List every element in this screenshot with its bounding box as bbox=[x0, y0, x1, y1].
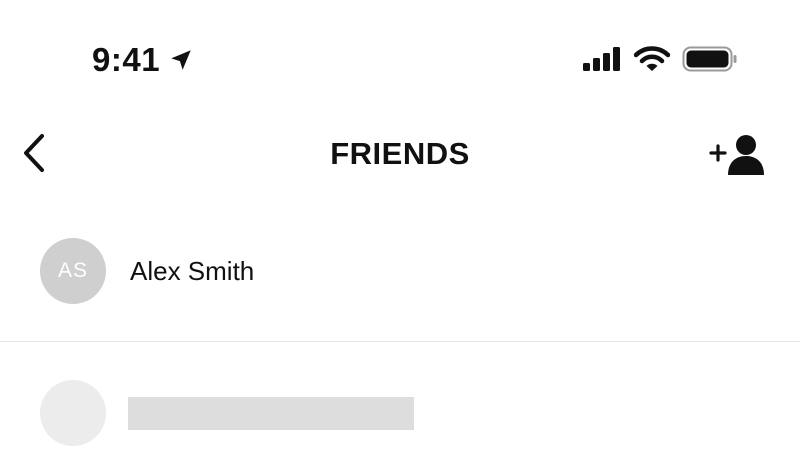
status-time: 9:41 bbox=[92, 41, 161, 78]
add-friend-button[interactable] bbox=[708, 130, 768, 180]
page-title: FRIENDS bbox=[330, 136, 470, 171]
nav-bar: FRIENDS bbox=[0, 122, 800, 188]
loading-placeholder-row bbox=[0, 350, 800, 450]
placeholder-name-bar bbox=[128, 397, 414, 430]
list-item[interactable]: AS Alex Smith bbox=[0, 212, 800, 332]
location-arrow-icon bbox=[168, 47, 194, 73]
cellular-signal-icon bbox=[582, 46, 622, 76]
divider bbox=[0, 341, 800, 342]
friend-name: Alex Smith bbox=[130, 256, 255, 286]
status-bar: 9:41 bbox=[0, 0, 800, 120]
battery-icon bbox=[682, 46, 738, 77]
add-person-icon bbox=[708, 131, 768, 180]
status-indicators bbox=[582, 44, 738, 78]
placeholder-avatar bbox=[40, 380, 106, 446]
wifi-icon bbox=[633, 45, 671, 77]
avatar: AS bbox=[40, 238, 106, 304]
status-time-group: 9:41 bbox=[92, 40, 194, 80]
